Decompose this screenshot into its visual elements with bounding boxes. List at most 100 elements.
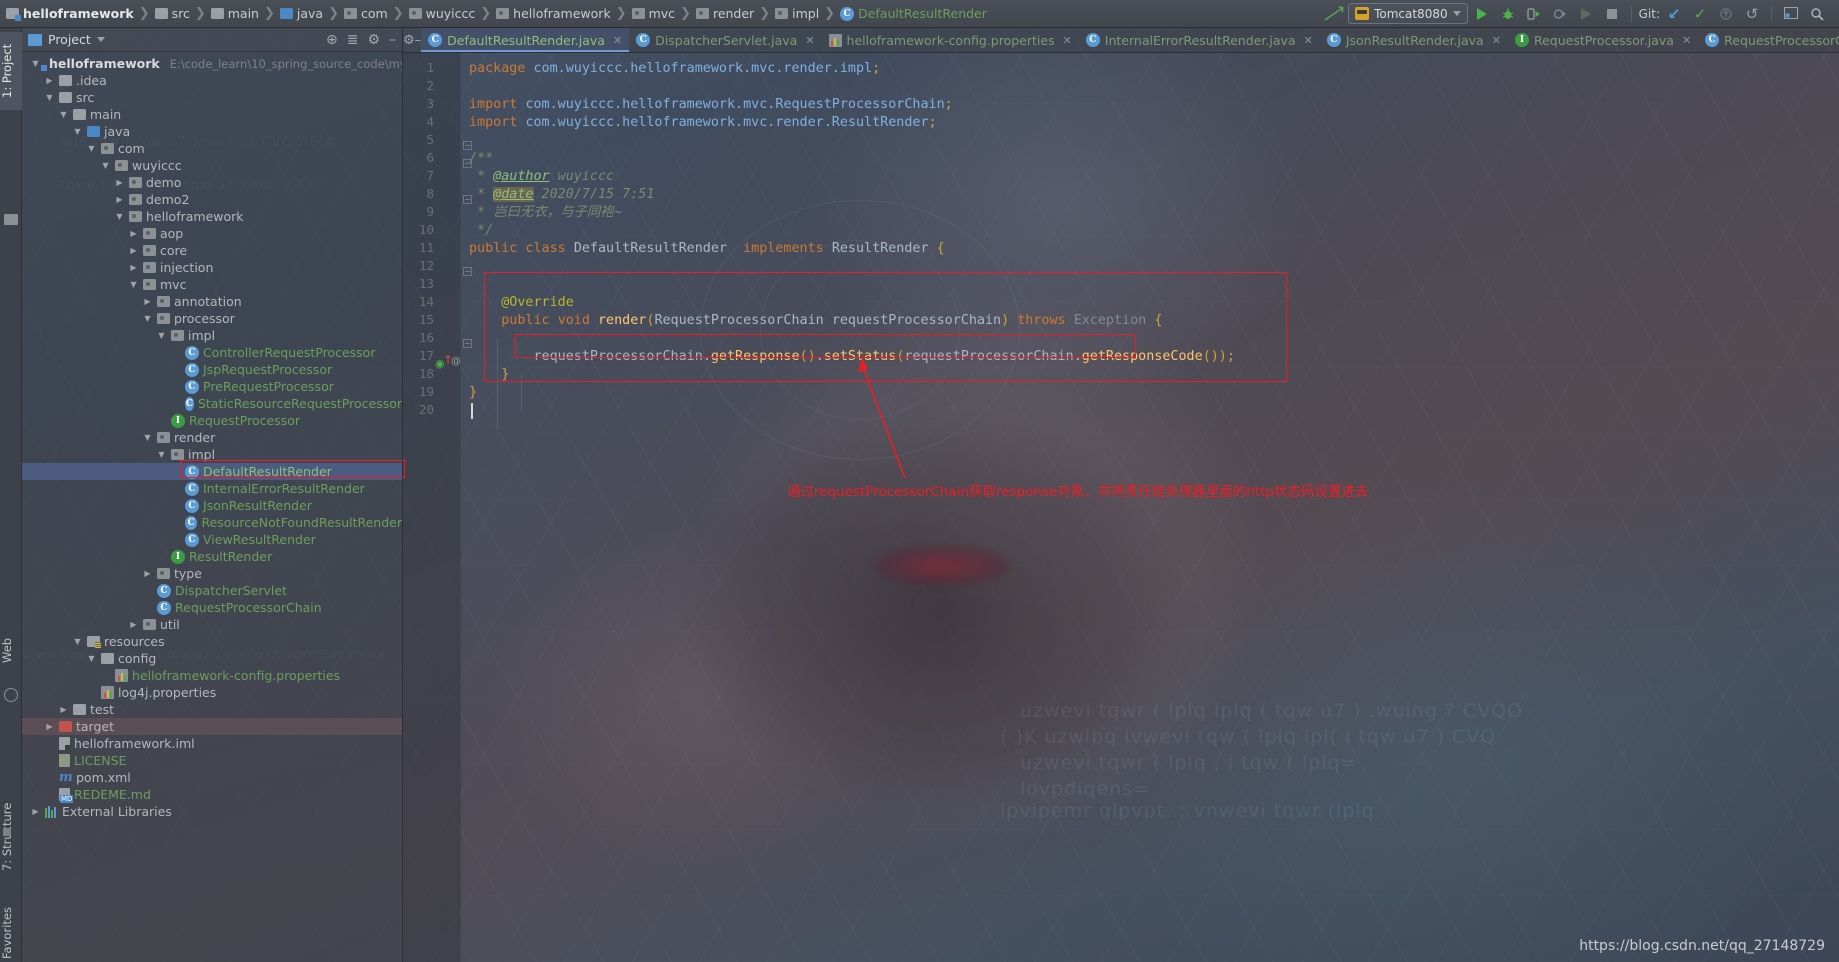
tree-node-wuyiccc[interactable]: ▼ wuyiccc xyxy=(22,157,402,174)
git-revert-button[interactable]: ↺ xyxy=(1740,3,1764,25)
tree-node-aop[interactable]: ▶ aop xyxy=(22,225,402,242)
chevron-down-icon[interactable] xyxy=(96,37,105,42)
run-with-coverage-button[interactable] xyxy=(1522,3,1546,25)
twisty-expanded-icon[interactable]: ▼ xyxy=(142,314,153,323)
breadcrumb-item-src[interactable]: src xyxy=(153,2,192,26)
tree-node-com[interactable]: ▼ com xyxy=(22,140,402,157)
stop-button[interactable] xyxy=(1600,3,1624,25)
rail-item-project[interactable]: 1: Project xyxy=(0,32,22,110)
tree-node-external-libraries[interactable]: ▶ External Libraries xyxy=(22,803,402,820)
breadcrumb-item-mvc[interactable]: mvc xyxy=(630,2,677,26)
git-update-button[interactable]: ↙ xyxy=(1662,3,1686,25)
tree-node-prerequestprocessor[interactable]: C PreRequestProcessor xyxy=(22,378,402,395)
twisty-expanded-icon[interactable]: ▼ xyxy=(142,433,153,442)
tree-node-type[interactable]: ▶ type xyxy=(22,565,402,582)
collapse-all-icon[interactable]: ≣ xyxy=(347,32,359,48)
tree-node-requestprocessor[interactable]: I RequestProcessor xyxy=(22,412,402,429)
breadcrumb-item-main[interactable]: main xyxy=(209,2,261,26)
close-icon[interactable]: ✕ xyxy=(1682,34,1691,47)
breadcrumb-item-helloframework[interactable]: helloframework xyxy=(4,2,136,26)
code-content[interactable]: package com.wuyiccc.helloframework.mvc.r… xyxy=(461,53,1839,962)
breadcrumb-item-wuyiccc[interactable]: wuyiccc xyxy=(407,2,478,26)
tree-node-idea[interactable]: ▶ .idea xyxy=(22,72,402,89)
twisty-collapsed-icon[interactable]: ▶ xyxy=(142,297,153,306)
tree-node-resourcenotfoundresultrender[interactable]: C ResourceNotFoundResultRender xyxy=(22,514,402,531)
tree-node-redeme-md[interactable]: REDEME.md MD xyxy=(22,786,402,803)
layout-button[interactable] xyxy=(1779,3,1803,25)
tree-node-log4j-properties[interactable]: log4j.properties xyxy=(22,684,402,701)
tree-node-pom-xml[interactable]: m pom.xml xyxy=(22,769,402,786)
twisty-expanded-icon[interactable]: ▼ xyxy=(44,93,55,102)
twisty-collapsed-icon[interactable]: ▶ xyxy=(128,263,139,272)
rerun-button[interactable] xyxy=(1574,3,1598,25)
rail-icon-structure-small[interactable] xyxy=(0,123,22,137)
twisty-collapsed-icon[interactable]: ▶ xyxy=(128,246,139,255)
editor-tab-requestprocessorchain[interactable]: C RequestProcessorChain xyxy=(1698,28,1839,52)
tree-node-impl[interactable]: ▼ impl xyxy=(22,446,402,463)
search-button[interactable] xyxy=(1805,3,1829,25)
twisty-expanded-icon[interactable]: ▼ xyxy=(156,331,167,340)
editor-tab-requestprocessor[interactable]: I RequestProcessor.java ✕ xyxy=(1508,28,1698,52)
rail-item-web[interactable]: Web xyxy=(0,620,22,680)
target-icon[interactable]: ⊕ xyxy=(326,32,338,48)
profile-button[interactable] xyxy=(1548,3,1572,25)
tree-node-mvc[interactable]: ▼ mvc xyxy=(22,276,402,293)
git-commit-button[interactable]: ✓ xyxy=(1688,3,1712,25)
twisty-expanded-icon[interactable]: ▼ xyxy=(30,59,41,68)
breadcrumb-item-com[interactable]: com xyxy=(342,2,390,26)
tree-node-viewresultrender[interactable]: C ViewResultRender xyxy=(22,531,402,548)
close-icon[interactable]: ✕ xyxy=(805,34,814,47)
close-icon[interactable]: ✕ xyxy=(1492,34,1501,47)
rail-item-favorites[interactable]: Favorites xyxy=(0,893,22,962)
tree-node-impl[interactable]: ▼ impl xyxy=(22,327,402,344)
editor-tab-defaultresultrender[interactable]: C DefaultResultRender.java ✕ xyxy=(421,28,630,52)
tree-node-requestprocessorchain[interactable]: C RequestProcessorChain xyxy=(22,599,402,616)
rail-item-structure[interactable]: 7: Structure xyxy=(0,788,22,886)
tree-node-render[interactable]: ▼ render xyxy=(22,429,402,446)
tree-node-src[interactable]: ▼ src xyxy=(22,89,402,106)
breadcrumb-item-java[interactable]: java xyxy=(278,2,325,26)
twisty-collapsed-icon[interactable]: ▶ xyxy=(44,722,55,731)
tree-node-helloframework-iml[interactable]: helloframework.iml xyxy=(22,735,402,752)
tree-node-controllerrequestprocessor[interactable]: C ControllerRequestProcessor xyxy=(22,344,402,361)
project-tree[interactable]: ▼ helloframework E:\code_learn\10_spring_s… xyxy=(22,52,402,820)
run-configuration-selector[interactable]: Tomcat8080 xyxy=(1348,3,1468,24)
twisty-collapsed-icon[interactable]: ▶ xyxy=(142,569,153,578)
tree-node-helloframework[interactable]: ▼ helloframework xyxy=(22,208,402,225)
tree-node-main[interactable]: ▼ main xyxy=(22,106,402,123)
gear-icon[interactable]: ⚙ xyxy=(403,28,415,52)
tree-node-processor[interactable]: ▼ processor xyxy=(22,310,402,327)
twisty-collapsed-icon[interactable]: ▶ xyxy=(114,195,125,204)
tree-node-injection[interactable]: ▶ injection xyxy=(22,259,402,276)
gear-icon[interactable]: ⚙ xyxy=(367,32,380,48)
editor-tab-config-properties[interactable]: helloframework-config.properties ✕ xyxy=(822,28,1079,52)
tree-node-jsonresultrender[interactable]: C JsonResultRender xyxy=(22,497,402,514)
twisty-expanded-icon[interactable]: ▼ xyxy=(128,280,139,289)
tree-node-config[interactable]: ▼ config xyxy=(22,650,402,667)
tree-node-target[interactable]: ▶ target xyxy=(22,718,402,735)
back-arrow-icon[interactable]: ⟶ xyxy=(1318,0,1349,29)
twisty-expanded-icon[interactable]: ▼ xyxy=(156,450,167,459)
twisty-expanded-icon[interactable]: ▼ xyxy=(58,110,69,119)
close-icon[interactable]: ✕ xyxy=(1063,34,1072,47)
debug-button[interactable] xyxy=(1496,3,1520,25)
tree-node-demo2[interactable]: ▶ demo2 xyxy=(22,191,402,208)
twisty-collapsed-icon[interactable]: ▶ xyxy=(30,807,41,816)
twisty-expanded-icon[interactable]: ▼ xyxy=(86,144,97,153)
tree-node-demo[interactable]: ▶ demo xyxy=(22,174,402,191)
twisty-collapsed-icon[interactable]: ▶ xyxy=(128,620,139,629)
twisty-expanded-icon[interactable]: ▼ xyxy=(72,127,83,136)
twisty-collapsed-icon[interactable]: ▶ xyxy=(58,705,69,714)
tree-node-defaultresultrender[interactable]: C DefaultResultRender xyxy=(22,463,402,480)
close-icon[interactable]: ✕ xyxy=(1304,34,1313,47)
annotation-gutter-icon[interactable]: @ xyxy=(451,356,461,367)
tree-node-test[interactable]: ▶ test xyxy=(22,701,402,718)
code-editor[interactable]: 1 2 3 4 5 6 7 8 9 10 11 12 13 14 15 16 17 18 19 20 ─ ─ − − … xyxy=(403,53,1839,962)
tree-node-resources[interactable]: ▼ resources xyxy=(22,633,402,650)
breadcrumb-item-render[interactable]: render xyxy=(694,2,756,26)
git-push-button[interactable] xyxy=(1714,3,1738,25)
tree-node-staticresourcerequestprocessor[interactable]: C StaticResourceRequestProcessor xyxy=(22,395,402,412)
twisty-expanded-icon[interactable]: ▼ xyxy=(72,637,83,646)
tree-node-internalerrorresultrender[interactable]: C InternalErrorResultRender xyxy=(22,480,402,497)
twisty-collapsed-icon[interactable]: ▶ xyxy=(128,229,139,238)
